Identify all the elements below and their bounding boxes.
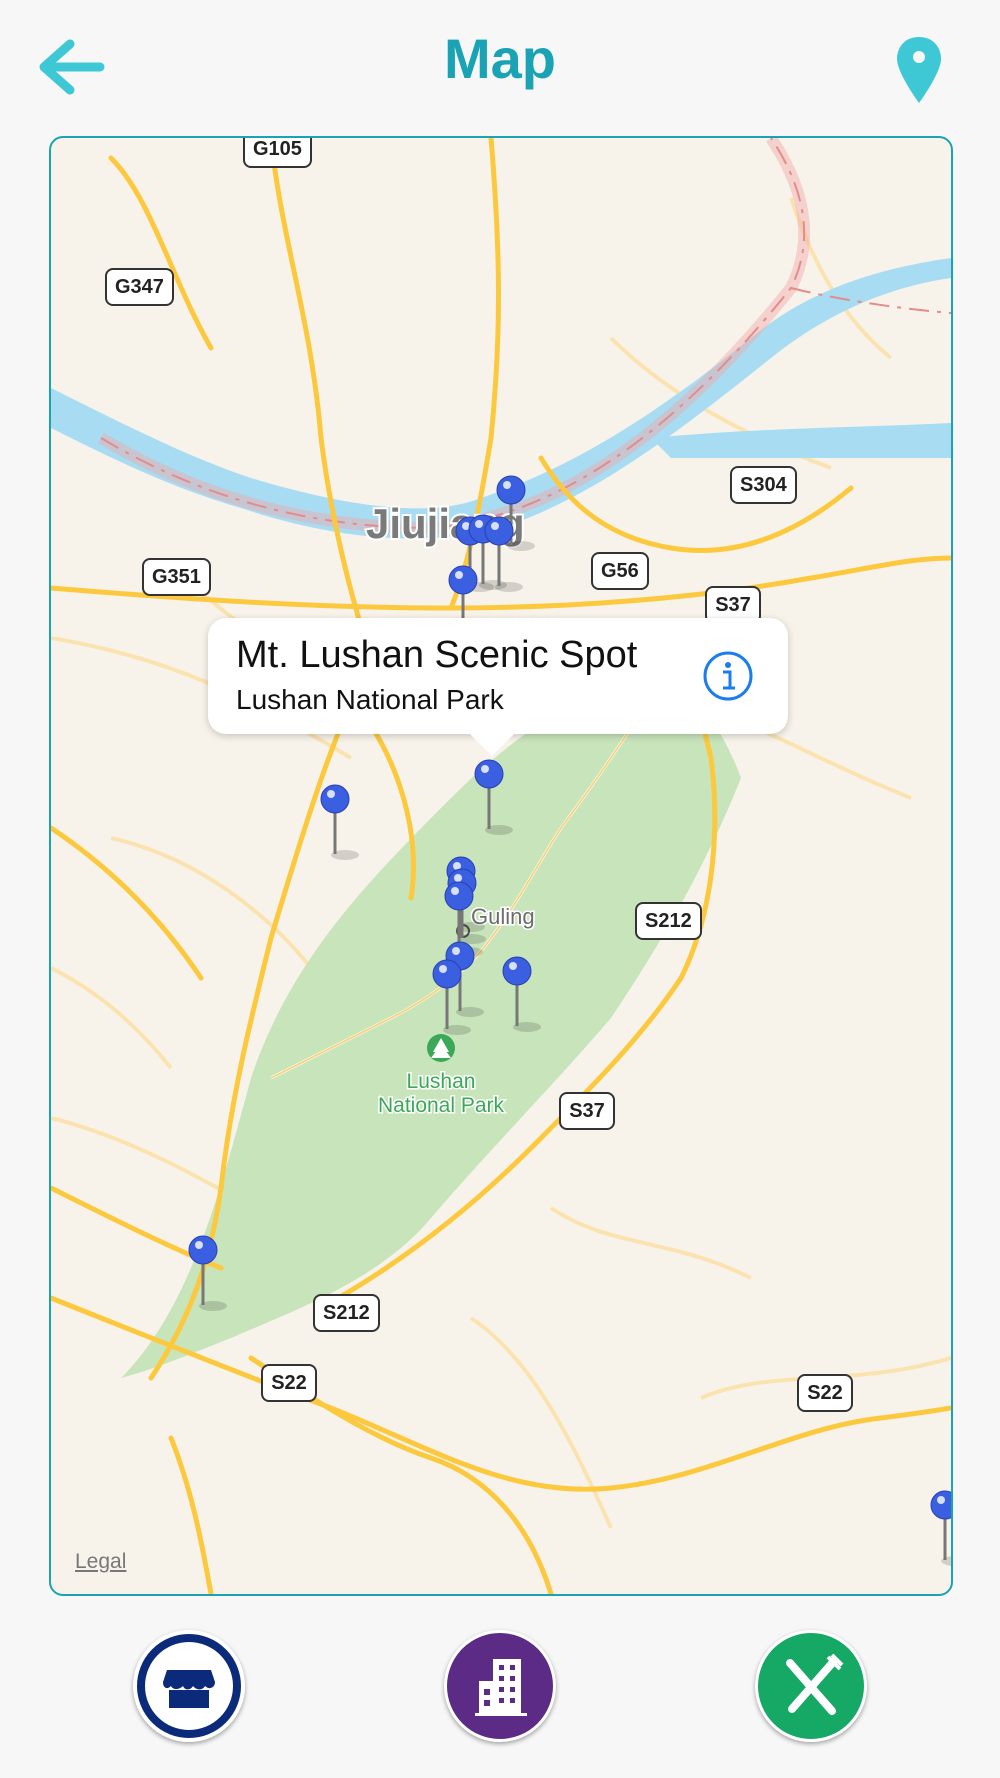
location-button[interactable]	[895, 35, 943, 105]
park-label-line1: Lushan	[407, 1070, 476, 1093]
map-pin-icon	[897, 37, 941, 103]
storefront-icon	[145, 1642, 233, 1730]
legal-link[interactable]: Legal	[75, 1550, 126, 1574]
route-shield: G347	[105, 268, 174, 306]
fork-knife-icon	[786, 1653, 844, 1715]
route-shield: S212	[313, 1294, 380, 1332]
route-shield: G105	[243, 138, 312, 168]
route-shield: S22	[261, 1364, 317, 1402]
header-bar: Map	[0, 0, 1000, 130]
callout-subtitle: Lushan National Park	[236, 684, 504, 715]
place-callout[interactable]: Mt. Lushan Scenic Spot Lushan National P…	[208, 618, 788, 756]
restaurants-button[interactable]	[755, 1630, 867, 1742]
route-shield: G351	[142, 558, 211, 596]
route-shield: S304	[730, 466, 797, 504]
info-icon	[703, 651, 753, 701]
route-shield: S212	[635, 902, 702, 940]
page-title: Map	[444, 27, 556, 90]
callout-title: Mt. Lushan Scenic Spot	[236, 634, 638, 676]
route-shield: G56	[591, 552, 649, 590]
map-pin[interactable]	[320, 784, 359, 860]
park-label-line2: National Park	[378, 1094, 505, 1117]
shop-button[interactable]	[133, 1630, 245, 1742]
route-shield: S37	[559, 1092, 615, 1130]
route-shield: S22	[797, 1374, 853, 1412]
info-button[interactable]	[702, 650, 754, 702]
building-icon	[475, 1659, 527, 1716]
hotels-button[interactable]	[444, 1630, 556, 1742]
map-view[interactable]: Jiujiang Guling Lushan National Park G10…	[49, 136, 953, 1596]
map-pin[interactable]	[930, 1490, 951, 1566]
